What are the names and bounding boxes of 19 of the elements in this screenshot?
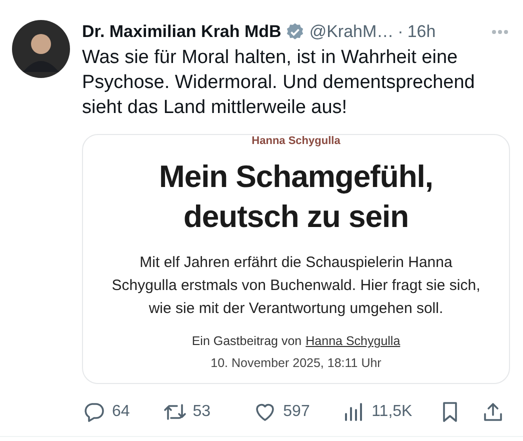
timestamp[interactable]: 16h [407, 21, 436, 43]
article-teaser: Mit elf Jahren erfährt die Schauspielerin Hanna Schygulla erstmals von Buchenwald. Hier fragt sie sich, wie sie mit der Verantwortung umgehen soll. [111, 253, 481, 319]
post-text: Was sie für Moral halten, ist in Wahrheit eine Psychose. Widermoral. Und dementsprechend sieht das Land mittlerweile aus! [82, 46, 476, 120]
share-icon[interactable] [481, 400, 505, 424]
article-kicker: Hanna Schygulla [252, 135, 340, 147]
author-name[interactable]: Dr. Maximilian Krah MdB [82, 21, 282, 43]
article-date: 10. November 2025, 18:11 Uhr [210, 355, 382, 372]
separator: · [398, 21, 404, 43]
article-headline: Mein Schamgefühl, deutsch zu sein [158, 158, 434, 236]
reply-icon[interactable] [82, 400, 106, 424]
link-card[interactable] [82, 134, 510, 384]
byline: Ein Gastbeitrag von [192, 333, 302, 350]
repost-count: 53 [192, 402, 211, 422]
author-link[interactable]: Hanna Schygulla [306, 332, 400, 350]
like-count: 597 [283, 402, 310, 422]
reply-count: 64 [112, 402, 130, 422]
avatar[interactable] [12, 20, 70, 78]
author-handle[interactable]: @KrahM… [309, 21, 394, 43]
views-count: 11,5K [372, 402, 412, 422]
